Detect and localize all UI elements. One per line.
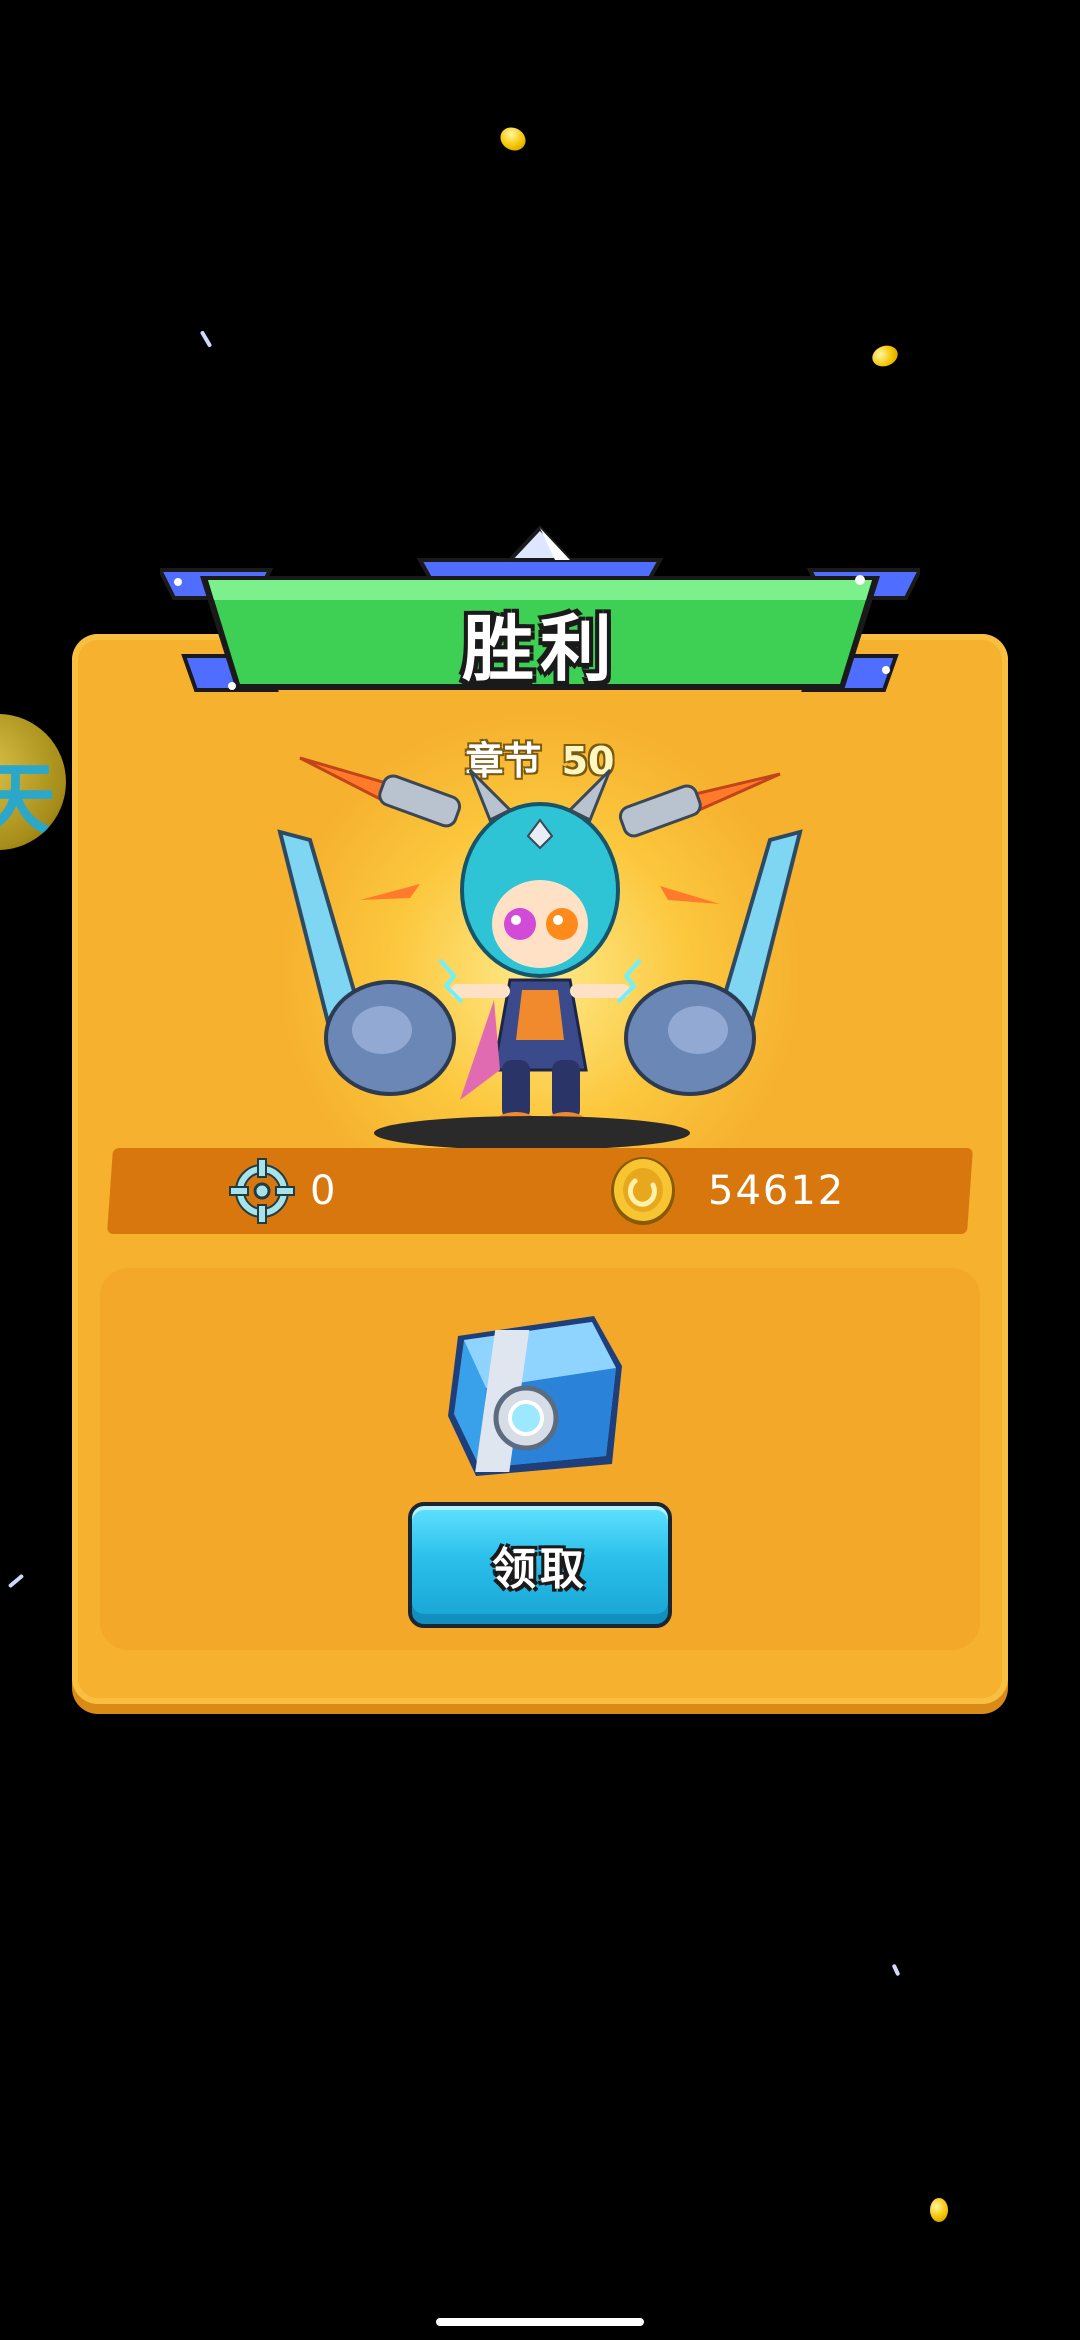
kills-count: 0 (310, 1168, 336, 1214)
victory-screen: 天 胜利 章节 50 0 54612 领取 (0, 0, 1080, 2340)
crosshair-icon (229, 1158, 295, 1224)
kills-stat: 0 (228, 1148, 335, 1234)
hero-character-icon (277, 756, 803, 1136)
sparkle-particle (7, 1573, 25, 1589)
coins-stat: 54612 (608, 1148, 845, 1234)
victory-title: 胜利 (461, 607, 618, 691)
coins-count: 54612 (708, 1168, 846, 1214)
coin-particle (930, 2198, 948, 2222)
sparkle-particle (891, 1963, 901, 1977)
claim-button[interactable]: 领取 (408, 1502, 672, 1628)
hero-shadow (374, 1116, 690, 1150)
claim-button-label: 领取 (492, 1544, 588, 1595)
gold-coin-icon (611, 1157, 675, 1225)
sparkle-particle (199, 330, 213, 348)
coin-particle (869, 342, 901, 370)
home-indicator[interactable] (436, 2318, 644, 2326)
hero-character (270, 740, 810, 1160)
victory-banner: 胜利 (156, 520, 924, 700)
treasure-chest-icon[interactable] (436, 1296, 636, 1482)
coin-particle (496, 122, 530, 156)
